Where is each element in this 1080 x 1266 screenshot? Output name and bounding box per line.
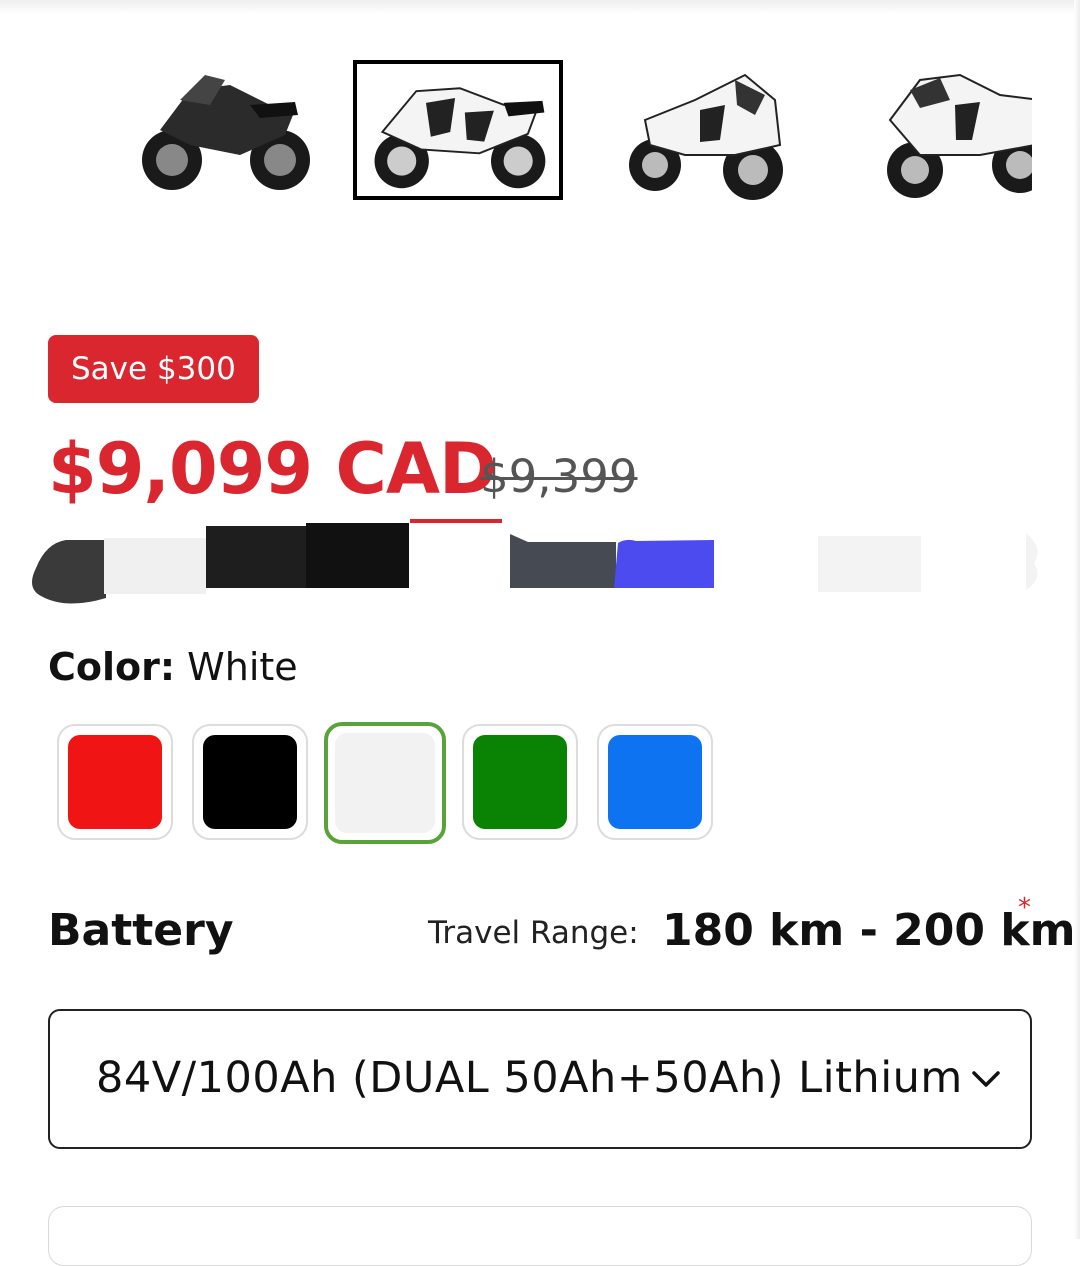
thumbnail-black-motorcycle[interactable] (120, 60, 330, 200)
swatch-fill (335, 733, 435, 833)
travel-range-value: 180 km - 200 km (662, 905, 1076, 956)
battery-selected-option: 84V/100Ah (DUAL 50Ah+50Ah) Lithium (96, 1053, 963, 1103)
swatch-red[interactable] (57, 724, 173, 840)
chevron-down-icon (972, 1071, 1000, 1087)
color-label: Color: White (48, 645, 298, 689)
swatch-fill (608, 735, 702, 829)
motorcycle-image (887, 73, 1032, 198)
battery-select[interactable]: 84V/100Ah (DUAL 50Ah+50Ah) Lithium (48, 1009, 1032, 1149)
motorcycle-image (142, 75, 310, 190)
required-asterisk: * (1018, 893, 1031, 923)
compare-at-price: $9,399 (480, 450, 638, 503)
swatch-green[interactable] (462, 724, 578, 840)
top-edge-shadow (0, 0, 1080, 14)
swatch-black[interactable] (192, 724, 308, 840)
motorcycle-image (374, 87, 546, 189)
thumbnail-white-motorcycle-angle[interactable] (860, 60, 1032, 200)
color-label-title: Color: (48, 645, 176, 689)
swatch-white[interactable] (324, 722, 446, 844)
next-option-field[interactable] (48, 1206, 1032, 1266)
thumbnail-white-motorcycle-front[interactable] (605, 60, 815, 200)
motorcycle-image (629, 73, 783, 200)
sale-price: $9,099 CAD (48, 428, 497, 510)
swatch-blue[interactable] (597, 724, 713, 840)
swatch-fill (203, 735, 297, 829)
swatch-fill (68, 735, 162, 829)
color-selected-value: White (187, 645, 298, 689)
redacted-scribble (32, 519, 1038, 604)
scrollbar-track (1074, 0, 1080, 1239)
save-badge: Save $300 (48, 335, 259, 403)
travel-range-label: Travel Range: (428, 915, 639, 951)
swatch-fill (473, 735, 567, 829)
thumbnail-white-motorcycle-side[interactable] (353, 60, 563, 200)
battery-title: Battery (48, 905, 234, 956)
